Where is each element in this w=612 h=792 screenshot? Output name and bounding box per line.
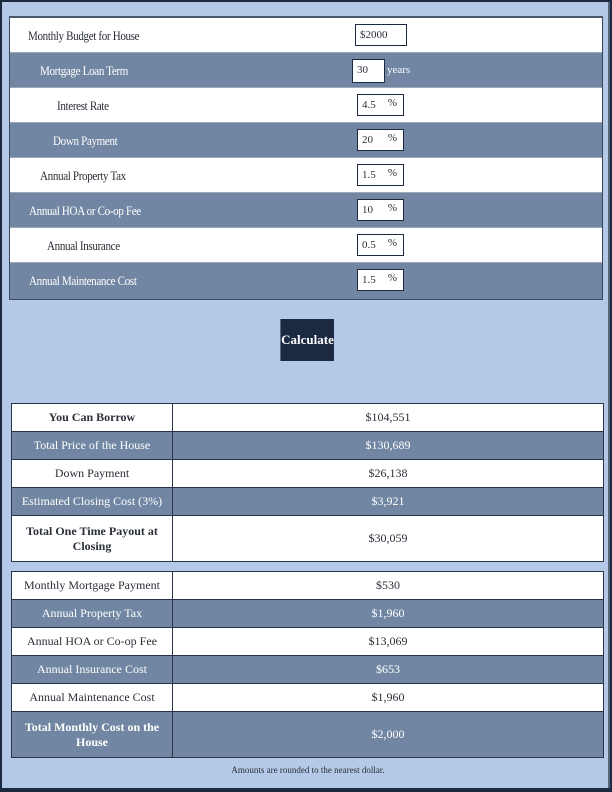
input-label: Annual HOA or Co-op Fee <box>29 203 141 218</box>
result-row-one-time-payout: Total One Time Payout at Closing $30,059 <box>11 515 604 562</box>
percent-suffix: % <box>387 202 397 214</box>
result-label: Annual Property Tax <box>11 599 173 628</box>
result-label: Total One Time Payout at Closing <box>11 515 173 562</box>
input-row-down-payment: Down Payment 20% <box>10 123 602 158</box>
result-value: $2,000 <box>172 711 604 758</box>
result-value: $1,960 <box>172 599 604 628</box>
input-label: Interest Rate <box>57 98 109 113</box>
input-label: Annual Property Tax <box>40 168 126 183</box>
loan-term-field[interactable]: 30 <box>352 59 385 83</box>
result-row-maintenance: Annual Maintenance Cost $1,960 <box>11 683 604 712</box>
result-row-total-monthly: Total Monthly Cost on the House $2,000 <box>11 711 604 758</box>
percent-suffix: % <box>387 97 397 109</box>
result-row-borrow: You Can Borrow $104,551 <box>11 403 604 432</box>
result-row-insurance: Annual Insurance Cost $653 <box>11 655 604 684</box>
input-label: Monthly Budget for House <box>28 28 140 43</box>
result-value: $13,069 <box>172 627 604 656</box>
input-row-loan-term: Mortgage Loan Term 30 years <box>10 53 602 88</box>
one-time-results-table: You Can Borrow $104,551 Total Price of t… <box>11 403 604 562</box>
percent-suffix: % <box>387 272 397 284</box>
result-value: $104,551 <box>172 403 604 432</box>
result-label: Annual HOA or Co-op Fee <box>11 627 173 656</box>
calculator-panel: Monthly Budget for House $2000 Mortgage … <box>2 2 610 788</box>
input-row-maintenance: Annual Maintenance Cost 1.5% <box>10 263 602 299</box>
recurring-results-table: Monthly Mortgage Payment $530 Annual Pro… <box>11 571 604 758</box>
result-row-total-price: Total Price of the House $130,689 <box>11 431 604 460</box>
input-label: Down Payment <box>53 133 118 148</box>
result-label: Down Payment <box>11 459 173 488</box>
calculate-button[interactable]: Calculate <box>280 319 334 361</box>
input-label: Annual Insurance <box>47 238 120 253</box>
result-value: $130,689 <box>172 431 604 460</box>
result-label: Monthly Mortgage Payment <box>11 571 173 600</box>
percent-suffix: % <box>387 237 397 249</box>
result-row-hoa-fee: Annual HOA or Co-op Fee $13,069 <box>11 627 604 656</box>
result-value: $30,059 <box>172 515 604 562</box>
input-row-property-tax: Annual Property Tax 1.5% <box>10 158 602 193</box>
result-value: $1,960 <box>172 683 604 712</box>
field-value: 0.5 <box>362 239 376 251</box>
input-row-insurance: Annual Insurance 0.5% <box>10 228 602 263</box>
result-row-property-tax: Annual Property Tax $1,960 <box>11 599 604 628</box>
field-value: 20 <box>362 134 373 146</box>
input-label: Annual Maintenance Cost <box>29 273 137 288</box>
input-row-hoa-fee: Annual HOA or Co-op Fee 10% <box>10 193 602 228</box>
field-value: 1.5 <box>362 169 376 181</box>
rounding-footnote: Amounts are rounded to the nearest dolla… <box>231 765 385 775</box>
input-row-interest-rate: Interest Rate 4.5% <box>10 88 602 123</box>
result-row-monthly-mortgage: Monthly Mortgage Payment $530 <box>11 571 604 600</box>
result-label: Annual Insurance Cost <box>11 655 173 684</box>
result-row-closing-cost: Estimated Closing Cost (3%) $3,921 <box>11 487 604 516</box>
result-label: Estimated Closing Cost (3%) <box>11 487 173 516</box>
result-value: $653 <box>172 655 604 684</box>
monthly-budget-field[interactable]: $2000 <box>355 24 407 46</box>
property-tax-field[interactable]: 1.5% <box>357 164 404 186</box>
input-row-monthly-budget: Monthly Budget for House $2000 <box>10 18 602 53</box>
result-label: You Can Borrow <box>11 403 173 432</box>
down-payment-field[interactable]: 20% <box>357 129 404 151</box>
result-label: Annual Maintenance Cost <box>11 683 173 712</box>
field-value: 4.5 <box>362 99 376 111</box>
field-value: $2000 <box>360 29 388 41</box>
years-suffix: years <box>387 64 411 76</box>
field-value: 1.5 <box>362 274 376 286</box>
input-table: Monthly Budget for House $2000 Mortgage … <box>9 16 603 300</box>
insurance-field[interactable]: 0.5% <box>357 234 404 256</box>
result-value: $530 <box>172 571 604 600</box>
interest-rate-field[interactable]: 4.5% <box>357 94 404 116</box>
result-value: $26,138 <box>172 459 604 488</box>
percent-suffix: % <box>387 132 397 144</box>
result-value: $3,921 <box>172 487 604 516</box>
field-value: 10 <box>362 204 373 216</box>
result-row-down-payment: Down Payment $26,138 <box>11 459 604 488</box>
input-label: Mortgage Loan Term <box>40 63 129 78</box>
field-value: 30 <box>357 64 368 76</box>
result-label: Total Price of the House <box>11 431 173 460</box>
result-label: Total Monthly Cost on the House <box>11 711 173 758</box>
hoa-fee-field[interactable]: 10% <box>357 199 404 221</box>
percent-suffix: % <box>387 167 397 179</box>
maintenance-field[interactable]: 1.5% <box>357 269 404 291</box>
